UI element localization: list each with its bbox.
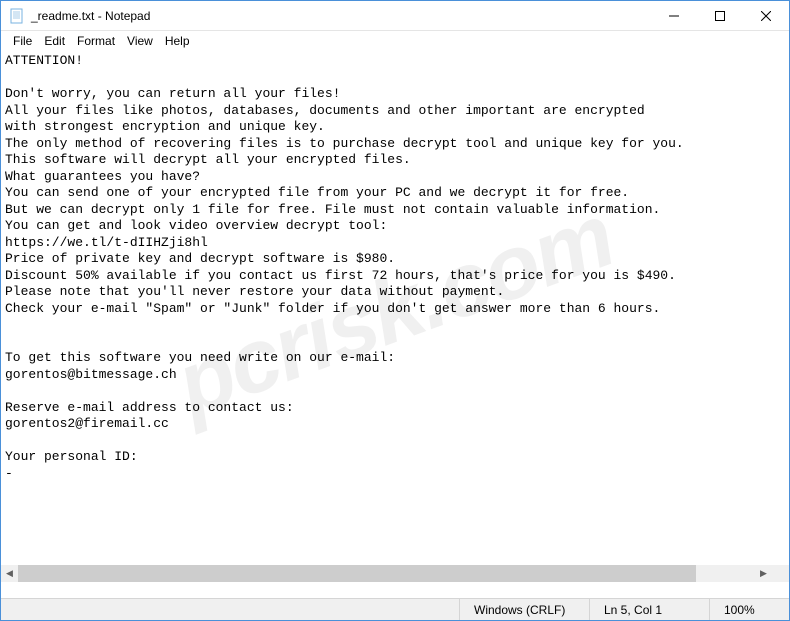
window-controls [651, 1, 789, 30]
menu-view[interactable]: View [121, 32, 159, 50]
title-bar: _readme.txt - Notepad [1, 1, 789, 31]
minimize-button[interactable] [651, 1, 697, 30]
menu-help[interactable]: Help [159, 32, 196, 50]
status-cursor: Ln 5, Col 1 [589, 599, 709, 620]
scroll-thumb[interactable] [18, 565, 696, 582]
menu-bar: File Edit Format View Help [1, 31, 789, 51]
status-bar: Windows (CRLF) Ln 5, Col 1 100% [1, 598, 789, 620]
menu-file[interactable]: File [7, 32, 38, 50]
status-zoom: 100% [709, 599, 789, 620]
close-button[interactable] [743, 1, 789, 30]
status-encoding: Windows (CRLF) [459, 599, 589, 620]
text-content[interactable]: ATTENTION! Don't worry, you can return a… [1, 51, 789, 565]
horizontal-scrollbar[interactable]: ◀ ▶ [1, 565, 772, 582]
scrollbar-corner [772, 565, 789, 582]
window-title: _readme.txt - Notepad [31, 9, 651, 23]
editor-area: ATTENTION! Don't worry, you can return a… [1, 51, 789, 582]
scroll-left-arrow[interactable]: ◀ [1, 565, 18, 582]
notepad-icon [9, 8, 25, 24]
menu-edit[interactable]: Edit [38, 32, 71, 50]
scroll-right-arrow[interactable]: ▶ [755, 565, 772, 582]
menu-format[interactable]: Format [71, 32, 121, 50]
maximize-button[interactable] [697, 1, 743, 30]
scroll-track[interactable] [18, 565, 755, 582]
